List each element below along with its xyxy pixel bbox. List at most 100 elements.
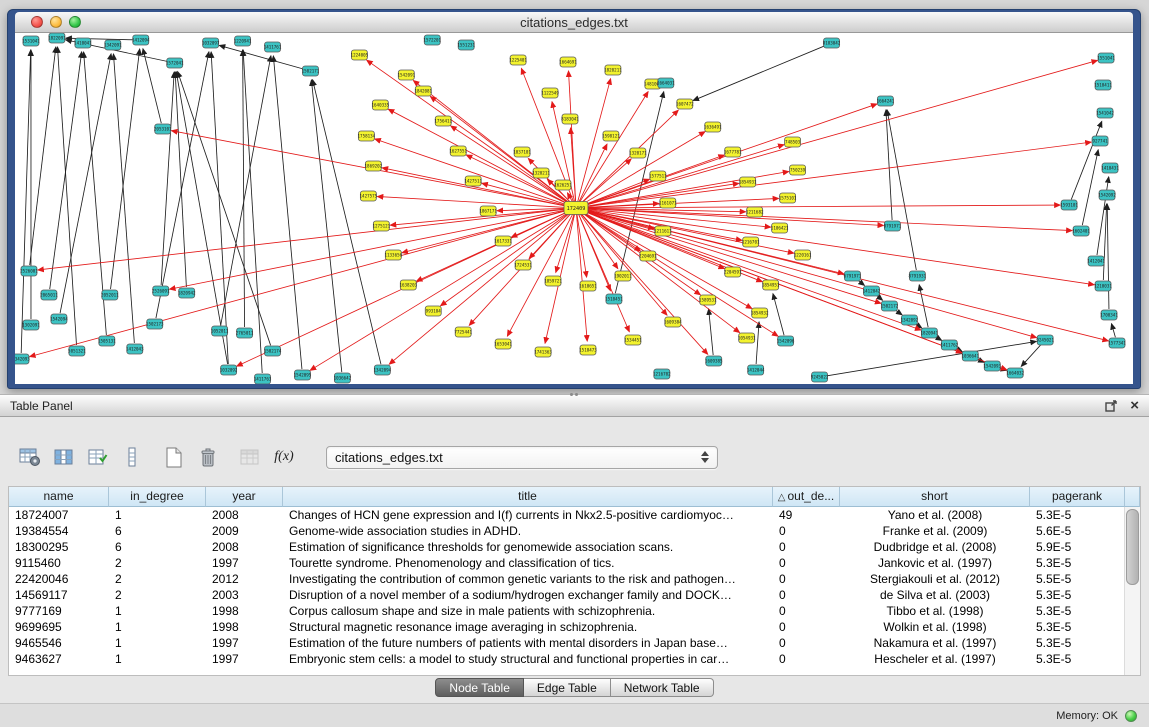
scrollbar-thumb[interactable] [1126, 509, 1139, 585]
graph-edge[interactable] [161, 72, 174, 285]
graph-node[interactable]: 1598121 [602, 131, 620, 141]
graph-node[interactable]: 1342091 [104, 40, 122, 50]
graph-node[interactable]: 1607472 [676, 99, 694, 109]
graph-edge[interactable] [21, 50, 31, 353]
table-cell[interactable]: 0 [773, 651, 840, 667]
table-cell[interactable]: 9115460 [9, 555, 109, 571]
graph-node[interactable]: 1412042 [863, 286, 881, 296]
table-cell[interactable]: 1997 [206, 651, 283, 667]
graph-node[interactable]: 1638203 [399, 280, 417, 290]
graph-edge[interactable] [219, 45, 304, 69]
graph-node[interactable]: 1411763 [254, 374, 272, 384]
table-cell[interactable]: Tourette syndrome. Phenomenology and cla… [283, 555, 773, 571]
table-cell[interactable]: Stergiakouli et al. (2012) [840, 571, 1030, 587]
graph-node[interactable]: 1342093 [15, 354, 30, 364]
table-cell[interactable]: Corpus callosum shape and size in male p… [283, 603, 773, 619]
graph-node[interactable]: 1609384 [664, 317, 682, 327]
table-cell[interactable]: 5.3E-5 [1030, 587, 1125, 603]
table-cell[interactable]: Embryonic stem cells: a model to study s… [283, 651, 773, 667]
graph-node[interactable]: 6791971 [844, 271, 862, 281]
row-height-icon[interactable] [118, 443, 146, 471]
graph-node[interactable]: 1577341 [1108, 338, 1126, 348]
table-cell[interactable]: Investigating the contribution of common… [283, 571, 773, 587]
table-row[interactable]: 911546021997Tourette syndrome. Phenomeno… [9, 555, 1140, 571]
graph-node[interactable]: 1220161 [794, 250, 812, 260]
graph-edge[interactable] [170, 209, 571, 289]
column-header-pagerank[interactable]: pagerank [1030, 487, 1125, 507]
table-cell[interactable]: 9465546 [9, 635, 109, 651]
table-cell[interactable]: Estimation of significance thresholds fo… [283, 539, 773, 555]
graph-edge[interactable] [243, 50, 245, 327]
table-cell[interactable]: Jankovic et al. (1997) [840, 555, 1030, 571]
graph-node[interactable]: 1518473 [579, 345, 597, 355]
table-cell[interactable]: 5.5E-5 [1030, 571, 1125, 587]
graph-node[interactable]: 1542093 [983, 361, 1001, 371]
table-cell[interactable]: 5.9E-5 [1030, 539, 1125, 555]
show-columns-icon[interactable] [50, 443, 78, 471]
graph-node[interactable]: 1502174 [264, 346, 282, 356]
graph-node[interactable]: 1664032 [1006, 368, 1024, 378]
network-table-select[interactable]: citations_edges.txt [326, 446, 718, 469]
new-table-icon[interactable] [160, 443, 188, 471]
table-cell[interactable]: 22420046 [9, 571, 109, 587]
graph-edge[interactable] [582, 205, 1060, 208]
graph-node[interactable]: 1412094 [132, 35, 150, 45]
graph-node[interactable]: 1902011 [614, 271, 632, 281]
graph-node[interactable]: 8183042 [823, 38, 841, 48]
table-cell[interactable]: 5.6E-5 [1030, 523, 1125, 539]
graph-node[interactable]: 1216702 [653, 369, 671, 379]
graph-node[interactable]: 1854932 [751, 308, 769, 318]
graph-edge[interactable] [1071, 121, 1101, 199]
table-row[interactable]: 1938455462009Genome-wide association stu… [9, 523, 1140, 539]
graph-node[interactable]: 748503 [785, 137, 801, 147]
graph-edge[interactable] [693, 45, 826, 100]
graph-node[interactable]: 1664031 [657, 78, 675, 88]
table-row[interactable]: 2242004622012Investigating the contribut… [9, 571, 1140, 587]
table-cell[interactable]: 0 [773, 619, 840, 635]
graph-node[interactable]: 1412041 [1087, 256, 1105, 266]
graph-node[interactable]: 1741363 [534, 347, 552, 357]
graph-edge[interactable] [571, 128, 576, 202]
graph-node[interactable]: 1822091 [48, 33, 66, 43]
table-cell[interactable]: 1 [109, 651, 206, 667]
column-header-short[interactable]: short [840, 487, 1030, 507]
graph-node[interactable]: 2204691 [639, 251, 657, 261]
table-cell[interactable]: 1 [109, 619, 206, 635]
tab-edge-table[interactable]: Edge Table [524, 678, 611, 697]
graph-node[interactable]: 2526091 [152, 286, 170, 296]
graph-node[interactable]: 1593101 [1060, 200, 1078, 210]
graph-node[interactable]: 2526001 [20, 266, 38, 276]
graph-node[interactable]: 750239 [790, 165, 806, 175]
graph-node[interactable]: 1161071 [659, 198, 677, 208]
graph-edge[interactable] [507, 213, 573, 336]
table-cell[interactable]: 1998 [206, 603, 283, 619]
column-header-out-de-[interactable]: △out_de... [773, 487, 840, 507]
graph-node[interactable]: 1502172 [881, 301, 899, 311]
graph-node[interactable]: 1636491 [704, 122, 722, 132]
table-row[interactable]: 1872400712008Changes of HCN gene express… [9, 507, 1140, 523]
table-cell[interactable]: 19384554 [9, 523, 109, 539]
graph-node[interactable]: 1575101 [779, 193, 797, 203]
graph-node[interactable]: 1700341 [1100, 310, 1118, 320]
graph-node[interactable]: 1640335 [372, 100, 390, 110]
graph-node[interactable]: 7725441 [454, 327, 472, 337]
table-cell[interactable]: 1 [109, 507, 206, 523]
tab-node-table[interactable]: Node Table [435, 678, 524, 697]
table-cell[interactable]: 2 [109, 571, 206, 587]
graph-node[interactable]: 1542091 [397, 70, 415, 80]
table-cell[interactable]: 5.3E-5 [1030, 635, 1125, 651]
table-cell[interactable]: Nakamura et al. (1997) [840, 635, 1030, 651]
graph-edge[interactable] [313, 80, 381, 364]
graph-edge[interactable] [156, 52, 209, 318]
table-row[interactable]: 946554611997Estimation of the future num… [9, 635, 1140, 651]
graph-node[interactable]: 1551041 [1097, 53, 1115, 63]
graph-edge[interactable] [273, 56, 302, 369]
graph-edge[interactable] [111, 49, 140, 289]
table-cell[interactable]: Hescheler et al. (1997) [840, 651, 1030, 667]
graph-node[interactable]: 1275121 [373, 221, 391, 231]
table-row[interactable]: 1456911722003Disruption of a novel membe… [9, 587, 1140, 603]
graph-node[interactable]: 1133656 [385, 250, 403, 260]
graph-node[interactable]: 1854931 [739, 177, 757, 187]
graph-edge[interactable] [756, 322, 759, 364]
graph-node[interactable]: 1427575 [360, 191, 378, 201]
